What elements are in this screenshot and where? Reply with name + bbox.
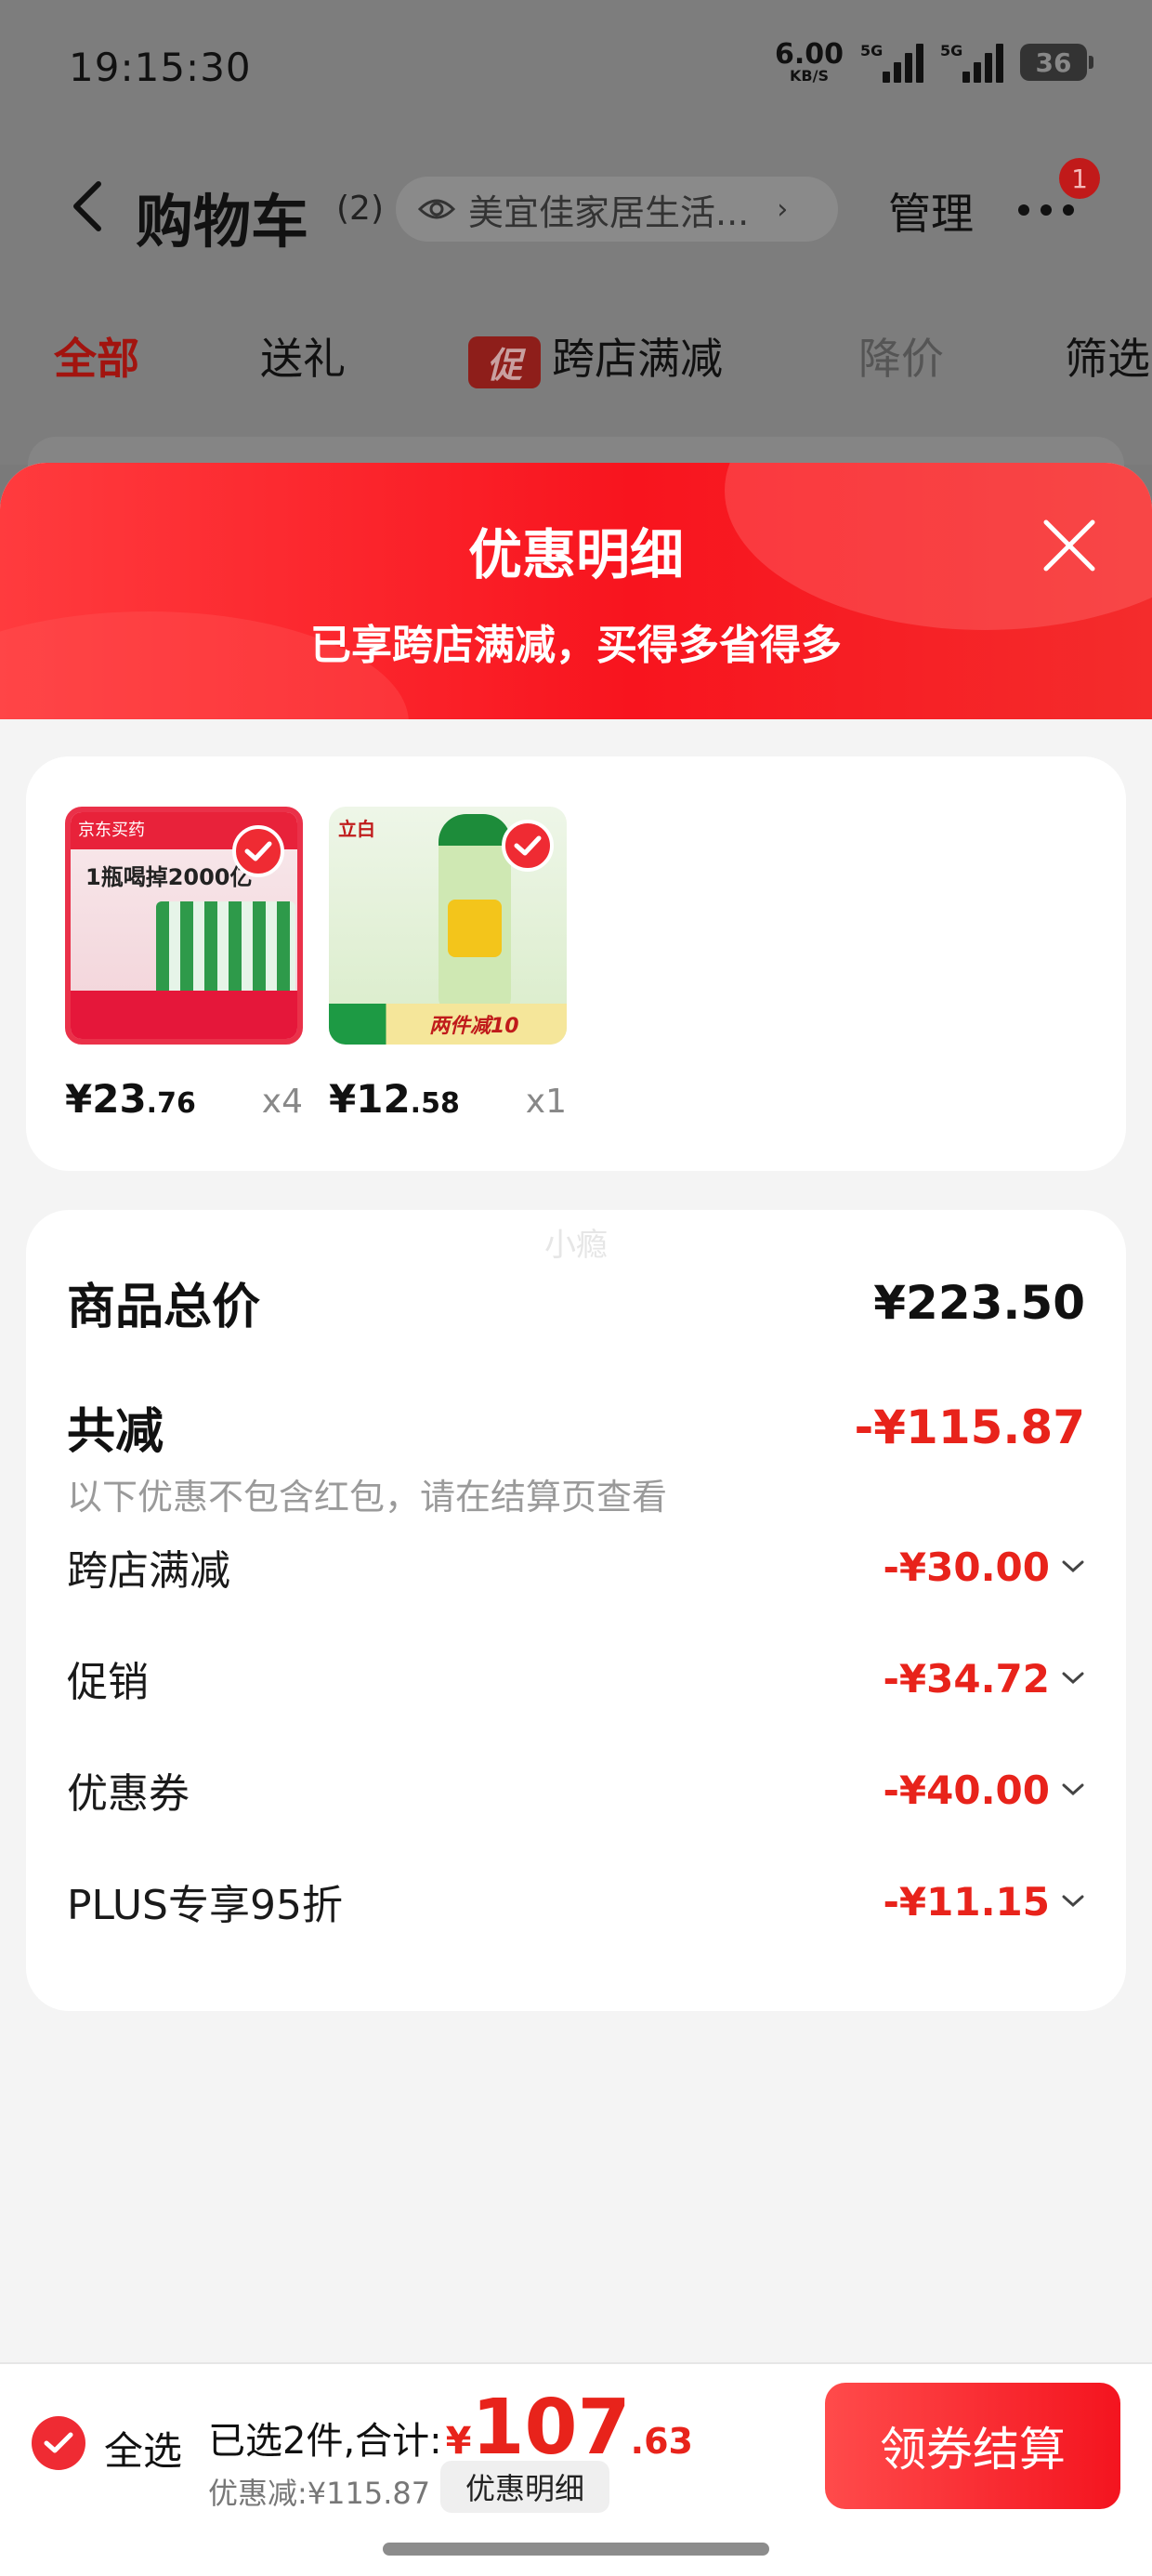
home-indicator[interactable] (383, 2543, 769, 2556)
product-headline: 1瓶喝掉2000亿 (85, 864, 253, 890)
tab-filter[interactable]: 筛选 (1065, 325, 1150, 387)
check-icon[interactable] (232, 825, 284, 877)
select-all-label[interactable]: 全选 (104, 2420, 182, 2477)
manage-button[interactable]: 管理 (888, 180, 974, 242)
product-brand: 立白 (338, 818, 375, 840)
total-amount-int: 107 (471, 2384, 631, 2472)
more-icon[interactable] (1018, 204, 1074, 216)
network-speed-value: 6.00 (774, 38, 844, 71)
detail-row-cross-store[interactable]: 跨店满减 -¥30.00 (67, 1530, 1085, 1604)
product-image: 立白 两件减10 (329, 807, 567, 1045)
discount-summary: 优惠减:¥115.87 (208, 2476, 431, 2511)
detail-value: -¥30.00 (883, 1544, 1050, 1590)
signal-label: 5G (860, 42, 884, 59)
signal-label: 5G (940, 42, 963, 59)
eye-icon (418, 199, 455, 219)
product-price: ¥23.76 (65, 1076, 196, 1122)
currency-symbol: ¥ (445, 2420, 472, 2463)
detail-row-plus[interactable]: PLUS专享95折 -¥11.15 (67, 1864, 1085, 1939)
tab-all[interactable]: 全部 (54, 325, 139, 387)
product-item[interactable]: 京东买药 1瓶喝掉2000亿 ¥23.76 x4 (65, 807, 303, 1122)
detail-value: -¥34.72 (883, 1655, 1050, 1702)
detail-value: -¥40.00 (883, 1767, 1050, 1813)
reduce-value: -¥115.87 (854, 1400, 1086, 1454)
discount-detail-button[interactable]: 优惠明细 (440, 2461, 609, 2513)
summary-card: 小瘾 商品总价 ¥223.50 共减 -¥115.87 以下优惠不包含红包，请在… (26, 1210, 1126, 2011)
notification-badge: 1 (1059, 158, 1100, 199)
chevron-right-icon: › (777, 192, 789, 226)
detail-label: 促销 (67, 1659, 149, 1706)
signal-icon: 5G (940, 42, 1003, 83)
status-bar: 19:15:30 6.00 KB/S 5G 5G 36 (0, 0, 1152, 139)
battery-icon: 36 (1020, 44, 1093, 81)
discount-detail-sheet: 优惠明细 已享跨店满减，买得多省得多 京东买药 1瓶喝掉2000亿 ¥23.76… (0, 463, 1152, 2576)
tab-cross-store[interactable]: 促跨店满减 (468, 325, 723, 388)
chevron-down-icon (1062, 1783, 1084, 1796)
close-icon[interactable] (1039, 515, 1100, 576)
detail-label: 跨店满减 (67, 1547, 230, 1595)
tab-gift[interactable]: 送礼 (260, 325, 346, 387)
chevron-down-icon (1062, 1560, 1084, 1573)
page-title: 购物车 (136, 188, 309, 256)
back-arrow-icon[interactable] (67, 178, 108, 234)
total-value: ¥223.50 (873, 1275, 1085, 1330)
sheet-header: 优惠明细 已享跨店满减，买得多省得多 (0, 463, 1152, 719)
sheet-title: 优惠明细 (467, 523, 684, 586)
nav-bar: 购物车 (2) 美宜佳家居生活... › 管理 1 (0, 158, 1152, 260)
check-icon (44, 2432, 73, 2453)
reduce-row: 共减 -¥115.87 (67, 1392, 1085, 1462)
product-price: ¥12.58 (329, 1076, 460, 1122)
network-speed-unit: KB/S (790, 67, 829, 85)
detail-label: 优惠券 (67, 1770, 190, 1818)
discount-note: 以下优惠不包含红包，请在结算页查看 (67, 1477, 668, 1518)
total-label: 商品总价 (67, 1280, 261, 1335)
selected-count-text: 已选2件,合计: (208, 2420, 442, 2463)
total-amount-dec: .63 (630, 2421, 693, 2462)
product-quantity: x1 (525, 1083, 567, 1121)
product-ribbon: 两件减10 (429, 1015, 519, 1038)
watermark: 小瘾 (544, 1227, 608, 1264)
detail-value: -¥11.15 (883, 1878, 1050, 1925)
chevron-down-icon (1062, 1895, 1084, 1908)
detail-label: PLUS专享95折 (67, 1882, 343, 1929)
store-selector[interactable]: 美宜佳家居生活... › (396, 177, 838, 242)
cart-count: (2) (336, 190, 384, 228)
detail-row-coupon[interactable]: 优惠券 -¥40.00 (67, 1753, 1085, 1827)
product-brand: 京东买药 (78, 821, 145, 840)
sheet-subtitle: 已享跨店满减，买得多省得多 (310, 622, 842, 669)
tab-price-drop[interactable]: 降价 (858, 325, 944, 387)
product-quantity: x4 (261, 1083, 303, 1121)
products-card: 京东买药 1瓶喝掉2000亿 ¥23.76 x4 立白 两件减10 ¥12.58… (26, 756, 1126, 1171)
network-speed: 6.00 KB/S (775, 41, 844, 84)
reduce-label: 共减 (67, 1404, 164, 1460)
select-all-checkbox[interactable] (32, 2416, 85, 2470)
chevron-down-icon (1062, 1672, 1084, 1685)
product-image: 京东买药 1瓶喝掉2000亿 (65, 807, 303, 1045)
status-indicators: 6.00 KB/S 5G 5G 36 (775, 41, 1093, 84)
product-item[interactable]: 立白 两件减10 ¥12.58 x1 (329, 807, 567, 1122)
checkout-button[interactable]: 领券结算 (825, 2383, 1120, 2509)
filter-tabs: 全部 送礼 促跨店满减 降价 筛选 (0, 316, 1152, 390)
total-summary: 已选2件,合计: ¥ 107 .63 (208, 2390, 693, 2466)
detail-row-promotion[interactable]: 促销 -¥34.72 (67, 1641, 1085, 1715)
promo-tag: 促 (468, 335, 541, 388)
tab-cross-store-label: 跨店满减 (552, 334, 723, 384)
store-name: 美宜佳家居生活... (468, 191, 750, 233)
signal-icon: 5G (860, 42, 923, 83)
check-icon[interactable] (502, 820, 554, 872)
status-time: 19:15:30 (69, 45, 252, 90)
checkout-bar: 全选 已选2件,合计: ¥ 107 .63 优惠减:¥115.87 优惠明细 领… (0, 2362, 1152, 2576)
total-row: 商品总价 ¥223.50 (67, 1268, 1085, 1337)
